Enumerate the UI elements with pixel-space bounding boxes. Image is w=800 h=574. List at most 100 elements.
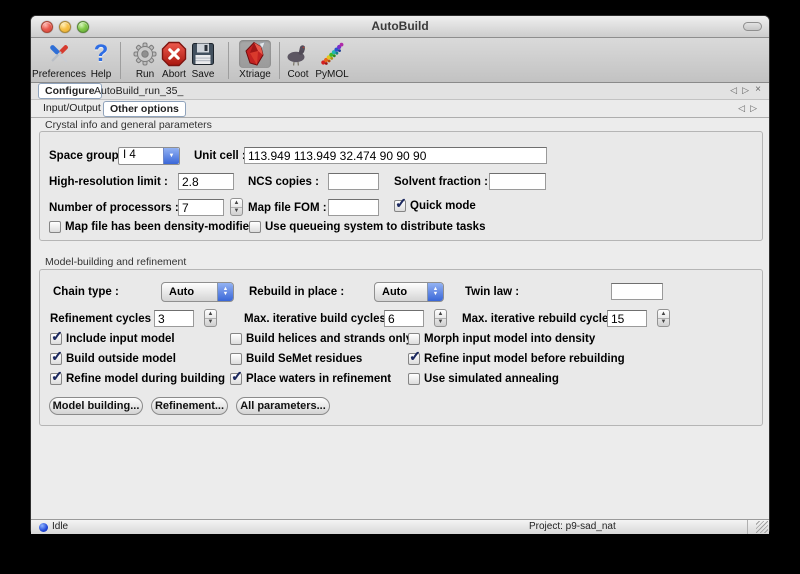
main-tab-bar: Configure AutoBuild_run_35_ ◁ ▷ × [31, 83, 769, 100]
checkbox-box [50, 373, 62, 385]
checkbox-label: Use simulated annealing [424, 373, 559, 385]
chevron-down-icon[interactable]: ▼ [163, 148, 179, 164]
checkbox-include-input-model[interactable]: Include input model [50, 333, 175, 345]
statusbar-divider [747, 520, 748, 534]
toolbar-item-preferences[interactable]: Preferences [32, 40, 86, 80]
refinement-cycles-field[interactable] [154, 310, 194, 327]
minimize-button[interactable] [59, 21, 71, 33]
window-title: AutoBuild [31, 16, 769, 37]
toolbar-item-pymol[interactable]: PyMOL [315, 40, 348, 80]
max-rebuild-cycles-label: Max. iterative rebuild cycles : [462, 313, 622, 325]
zoom-button[interactable] [77, 21, 89, 33]
toolbar-item-label: Save [192, 69, 215, 80]
updown-arrows-icon[interactable]: ▲▼ [217, 283, 233, 301]
checkbox-place-waters[interactable]: Place waters in refinement [230, 373, 391, 385]
tab-nav-left-icon[interactable]: ◁ [730, 85, 737, 96]
toolbar-item-help[interactable]: ? Help [85, 40, 117, 80]
save-floppy-icon [187, 40, 219, 68]
help-question-icon: ? [85, 40, 117, 68]
checkbox-build-outside-model[interactable]: Build outside model [50, 353, 176, 365]
high-res-field[interactable] [178, 173, 234, 190]
status-text: Idle [52, 521, 68, 532]
tab-close-icon[interactable]: × [755, 84, 761, 95]
twin-law-label: Twin law : [465, 286, 519, 298]
sub-tab-bar: Input/Output Other options ◁ ▷ [31, 100, 769, 118]
checkbox-label: Include input model [66, 333, 175, 345]
toolbar-item-run[interactable]: Run [129, 40, 161, 80]
toolbar-item-save[interactable]: Save [187, 40, 219, 80]
checkbox-refine-during-building[interactable]: Refine model during building [50, 373, 225, 385]
ncs-copies-field[interactable] [328, 173, 379, 190]
run-gear-icon [129, 40, 161, 68]
status-dot-icon [39, 523, 48, 532]
solvent-fraction-label: Solvent fraction : [394, 176, 488, 188]
checkbox-box [230, 373, 242, 385]
num-processors-stepper[interactable]: ▲▼ [230, 198, 243, 216]
max-rebuild-cycles-field[interactable] [607, 310, 647, 327]
checkbox-label: Refine model during building [66, 373, 225, 385]
tab-other-options[interactable]: Other options [103, 101, 186, 117]
checkbox-build-semet[interactable]: Build SeMet residues [230, 353, 362, 365]
toolbar-toggle-pill[interactable] [743, 22, 762, 31]
checkbox-box [394, 200, 406, 212]
status-bar: Idle Project: p9-sad_nat [31, 519, 769, 534]
toolbar-item-label: Abort [162, 69, 186, 80]
resize-grip[interactable] [756, 521, 768, 533]
map-fom-label: Map file FOM : [248, 202, 327, 214]
checkbox-label: Map file has been density-modified [65, 221, 256, 233]
toolbar-item-abort[interactable]: Abort [158, 40, 190, 80]
checkbox-simulated-annealing[interactable]: Use simulated annealing [408, 373, 559, 385]
rebuild-in-place-value: Auto [375, 283, 427, 301]
solvent-fraction-field[interactable] [489, 173, 546, 190]
unit-cell-field[interactable] [244, 147, 547, 164]
refinement-cycles-stepper[interactable]: ▲▼ [204, 309, 217, 327]
checkbox-box [50, 333, 62, 345]
twin-law-field[interactable] [611, 283, 663, 300]
model-building-button[interactable]: Model building... [49, 397, 143, 415]
checkbox-refine-input-model[interactable]: Refine input model before rebuilding [408, 353, 625, 365]
chain-type-select[interactable]: Auto ▲▼ [161, 282, 234, 302]
rebuild-in-place-label: Rebuild in place : [249, 286, 344, 298]
all-parameters-button[interactable]: All parameters... [236, 397, 330, 415]
space-group-select[interactable]: I 4 ▼ [118, 147, 180, 165]
chain-type-label: Chain type : [53, 286, 119, 298]
checkbox-quick-mode[interactable]: Quick mode [394, 200, 476, 212]
updown-arrows-icon[interactable]: ▲▼ [427, 283, 443, 301]
map-fom-field[interactable] [328, 199, 379, 216]
tab-autobuild-run[interactable]: AutoBuild_run_35_ [88, 84, 189, 98]
max-build-cycles-field[interactable] [384, 310, 424, 327]
checkbox-label: Build outside model [66, 353, 176, 365]
toolbar-item-coot[interactable]: Coot [282, 40, 314, 80]
checkbox-queueing-system[interactable]: Use queueing system to distribute tasks [249, 221, 485, 233]
subtab-nav-right-icon[interactable]: ▷ [750, 103, 757, 114]
checkbox-label: Refine input model before rebuilding [424, 353, 625, 365]
tab-nav-right-icon[interactable]: ▷ [742, 85, 749, 96]
num-processors-field[interactable] [178, 199, 224, 216]
options-panel: Crystal info and general parameters Spac… [31, 118, 769, 519]
checkbox-box [49, 221, 61, 233]
toolbar-item-label: Coot [287, 69, 308, 80]
max-rebuild-cycles-stepper[interactable]: ▲▼ [657, 309, 670, 327]
checkbox-label: Morph input model into density [424, 333, 595, 345]
rebuild-in-place-select[interactable]: Auto ▲▼ [374, 282, 444, 302]
max-build-cycles-stepper[interactable]: ▲▼ [434, 309, 447, 327]
pymol-rainbow-icon [316, 40, 348, 68]
checkbox-density-modified[interactable]: Map file has been density-modified [49, 221, 256, 233]
chain-type-value: Auto [162, 283, 217, 301]
checkbox-build-helices-strands[interactable]: Build helices and strands only [230, 333, 412, 345]
tab-input-output[interactable]: Input/Output [37, 101, 107, 115]
checkbox-box [230, 333, 242, 345]
refinement-button[interactable]: Refinement... [151, 397, 228, 415]
group-title-model-building: Model-building and refinement [45, 256, 186, 268]
toolbar-item-xtriage[interactable]: Xtriage [239, 40, 271, 80]
num-processors-label: Number of processors : [49, 202, 179, 214]
checkbox-box [230, 353, 242, 365]
toolbar-separator [279, 42, 280, 79]
checkbox-box [408, 333, 420, 345]
toolbar-item-label: Run [136, 69, 154, 80]
group-title-crystal-info: Crystal info and general parameters [45, 119, 212, 131]
subtab-nav-left-icon[interactable]: ◁ [738, 103, 745, 114]
title-bar[interactable]: AutoBuild [31, 16, 769, 38]
close-button[interactable] [41, 21, 53, 33]
checkbox-morph-input-model[interactable]: Morph input model into density [408, 333, 595, 345]
